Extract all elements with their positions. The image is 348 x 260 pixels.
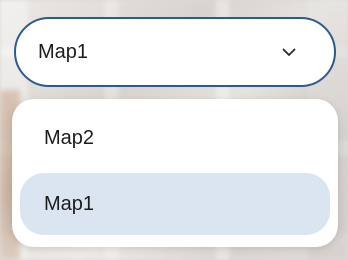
map-select[interactable]: Map1 (14, 17, 336, 87)
map-select-value: Map1 (38, 40, 89, 63)
map-view-background: Map1 Map2 Map1 (0, 0, 348, 260)
chevron-down-icon (280, 46, 298, 58)
map-select-menu: Map2 Map1 (12, 99, 338, 247)
menu-option-label: Map1 (44, 192, 95, 215)
menu-option-label: Map2 (44, 126, 95, 149)
menu-option-map2[interactable]: Map2 (20, 107, 330, 169)
menu-option-map1[interactable]: Map1 (20, 173, 330, 235)
